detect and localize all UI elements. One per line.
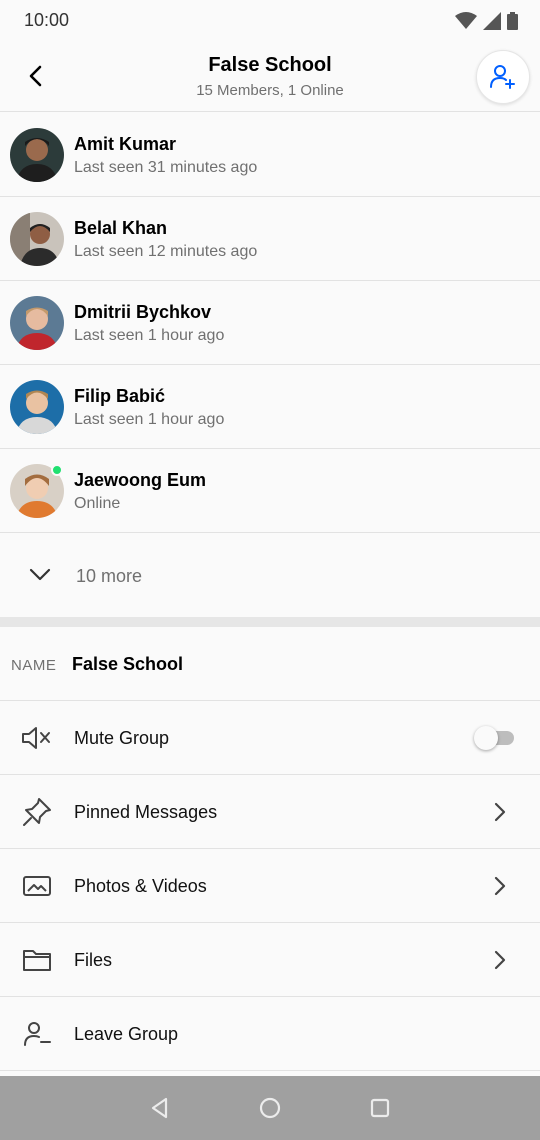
group-name-row[interactable]: NAME False School <box>0 627 540 701</box>
photos-videos-label: Photos & Videos <box>74 876 207 896</box>
files-row[interactable]: Files <box>0 923 540 997</box>
member-status: Last seen 31 minutes ago <box>74 159 258 176</box>
leave-group-label: Leave Group <box>74 1024 179 1044</box>
status-time: 10:00 <box>24 10 70 30</box>
wifi-icon <box>455 12 477 29</box>
chevron-down-icon <box>29 568 51 581</box>
avatar <box>10 296 64 350</box>
folder-icon <box>20 945 54 975</box>
recents-square-icon[interactable] <box>368 1096 392 1120</box>
mute-group-row[interactable]: Mute Group <box>0 701 540 775</box>
member-list: Amit Kumar Last seen 31 minutes ago Bela… <box>0 113 540 617</box>
header: False School 15 Members, 1 Online <box>0 40 540 112</box>
avatar <box>10 128 64 182</box>
cell-signal-icon <box>483 12 501 30</box>
battery-icon <box>507 12 518 30</box>
member-row[interactable]: Jaewoong Eum Online <box>0 449 540 533</box>
online-indicator <box>51 464 63 476</box>
section-divider <box>0 617 540 627</box>
chevron-left-icon <box>29 65 42 87</box>
member-status: Last seen 12 minutes ago <box>74 243 258 260</box>
group-name-value[interactable]: False School <box>72 654 183 675</box>
system-nav-bar <box>0 1076 540 1140</box>
pinned-messages-row[interactable]: Pinned Messages <box>0 775 540 849</box>
chevron-right-icon <box>494 950 506 970</box>
back-triangle-icon[interactable] <box>148 1096 172 1120</box>
mute-group-label: Mute Group <box>74 728 170 748</box>
photos-videos-row[interactable]: Photos & Videos <box>0 849 540 923</box>
show-more-label: 10 more <box>76 566 143 586</box>
group-options: Mute Group Pinned Messages Photos & Vide… <box>0 701 540 1071</box>
member-row[interactable]: Filip Babić Last seen 1 hour ago <box>0 365 540 449</box>
back-button[interactable] <box>18 58 54 94</box>
status-icons <box>455 10 518 30</box>
files-label: Files <box>74 950 113 970</box>
home-circle-icon[interactable] <box>258 1096 282 1120</box>
leave-group-row[interactable]: Leave Group <box>0 997 540 1071</box>
avatar <box>10 212 64 266</box>
mute-group-toggle[interactable] <box>474 726 514 750</box>
page-title: False School <box>208 54 332 76</box>
member-name: Amit Kumar <box>74 134 177 154</box>
show-more-members[interactable]: 10 more <box>0 533 540 617</box>
group-name-label: NAME <box>11 657 57 674</box>
member-name: Filip Babić <box>74 386 166 406</box>
member-count: 15 Members, 1 Online <box>196 82 344 99</box>
status-bar: 10:00 <box>0 0 540 40</box>
member-row[interactable]: Dmitrii Bychkov Last seen 1 hour ago <box>0 281 540 365</box>
mute-icon <box>20 723 54 753</box>
header-title-group: False School 15 Members, 1 Online <box>120 54 420 99</box>
member-name: Jaewoong Eum <box>74 470 207 490</box>
member-status: Online <box>74 495 121 512</box>
pinned-messages-label: Pinned Messages <box>74 802 218 822</box>
add-member-button[interactable] <box>476 50 530 104</box>
avatar <box>10 380 64 434</box>
member-name: Belal Khan <box>74 218 168 238</box>
chevron-right-icon <box>494 876 506 896</box>
member-status: Last seen 1 hour ago <box>74 411 225 428</box>
member-row[interactable]: Belal Khan Last seen 12 minutes ago <box>0 197 540 281</box>
pin-icon <box>20 797 54 827</box>
member-name: Dmitrii Bychkov <box>74 302 212 322</box>
add-user-icon <box>490 65 515 89</box>
member-row[interactable]: Amit Kumar Last seen 31 minutes ago <box>0 113 540 197</box>
image-icon <box>20 871 54 901</box>
leave-group-icon <box>20 1019 54 1049</box>
member-status: Last seen 1 hour ago <box>74 327 225 344</box>
chevron-right-icon <box>494 802 506 822</box>
